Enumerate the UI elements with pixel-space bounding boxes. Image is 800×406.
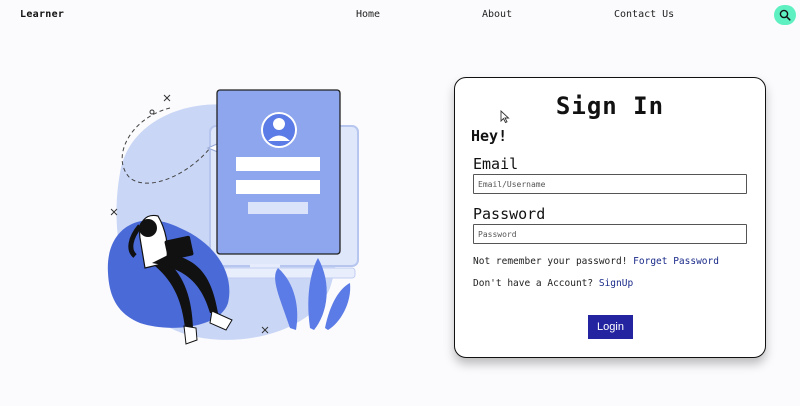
signup-link[interactable]: SignUp xyxy=(599,278,633,289)
forgot-password-text: Not remember your password! xyxy=(473,256,628,267)
nav-link-about[interactable]: About xyxy=(482,9,512,20)
password-label: Password xyxy=(473,205,546,223)
nav-link-home[interactable]: Home xyxy=(356,9,380,20)
navbar: Learner Home About Contact Us xyxy=(0,0,800,30)
greeting-text: Hey! xyxy=(471,127,508,145)
password-field[interactable] xyxy=(473,224,747,244)
login-button[interactable]: Login xyxy=(588,315,633,339)
search-icon xyxy=(779,9,791,21)
nav-link-contact[interactable]: Contact Us xyxy=(614,9,674,20)
email-field[interactable] xyxy=(473,174,747,194)
email-label: Email xyxy=(473,155,519,173)
login-illustration xyxy=(100,78,370,358)
forgot-password-row: Not remember your password! Forget Passw… xyxy=(473,256,719,267)
brand-logo[interactable]: Learner xyxy=(20,9,64,20)
signup-row: Don't have a Account? SignUp xyxy=(473,278,633,289)
forgot-password-link[interactable]: Forget Password xyxy=(633,256,719,267)
signup-text: Don't have a Account? xyxy=(473,278,594,289)
search-button[interactable] xyxy=(774,5,796,25)
mouse-cursor-icon xyxy=(500,110,510,124)
